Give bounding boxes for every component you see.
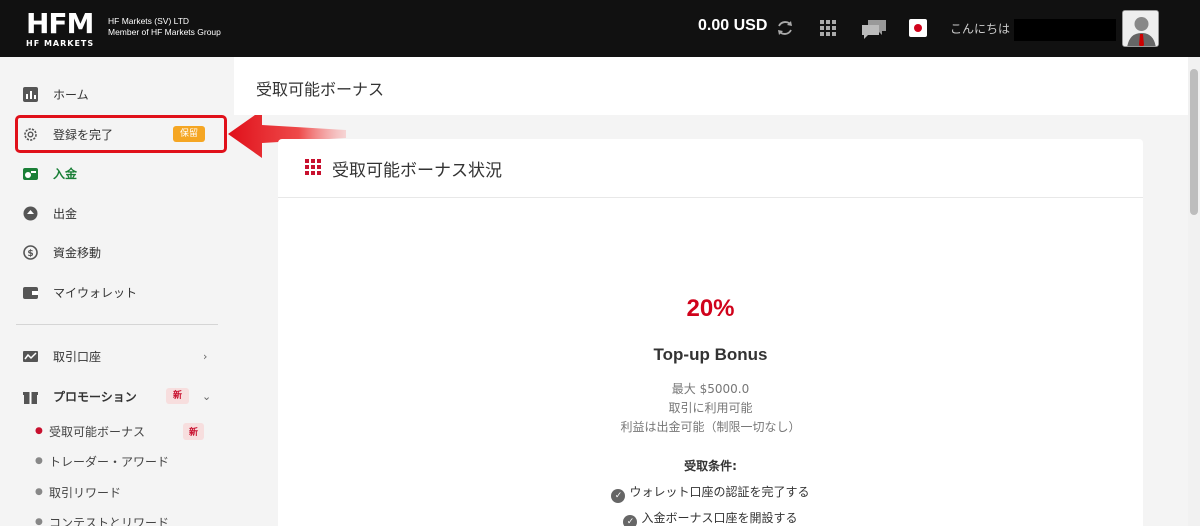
- sidebar-item-withdraw[interactable]: 出金: [0, 198, 234, 228]
- chevron-down-icon: ⌄: [202, 389, 212, 403]
- bonus-name: Top-up Bonus: [653, 345, 768, 364]
- sidebar-item-label: プロモーション: [53, 389, 137, 404]
- subnav-item-available-bonus[interactable]: ● 受取可能ボーナス 新: [0, 419, 234, 443]
- subnav-item-label: 受取可能ボーナス: [49, 424, 146, 439]
- wallet-icon: [23, 286, 38, 299]
- apps-grid-icon[interactable]: [818, 18, 838, 38]
- sidebar-item-trading-accounts[interactable]: 取引口座 ›: [0, 341, 234, 371]
- subnav-item-label: 取引リワード: [49, 485, 122, 500]
- sidebar: ホーム 登録を完了 保留 入金 出金 $ 資金移動 マイウォレット 取引口座 ›…: [0, 57, 234, 526]
- japan-flag-icon[interactable]: [909, 19, 927, 37]
- check-circle-icon: ✓: [623, 515, 638, 526]
- sidebar-item-label: 取引口座: [53, 349, 102, 364]
- sidebar-divider: [16, 324, 218, 325]
- check-circle-icon: ✓: [611, 489, 626, 503]
- bullet-icon: ●: [35, 517, 43, 526]
- sidebar-item-label: 入金: [53, 166, 78, 181]
- conditions-title: 受取条件:: [684, 459, 737, 473]
- company-group: Member of HF Markets Group: [108, 27, 221, 37]
- chart-icon: [23, 86, 38, 102]
- sidebar-item-home[interactable]: ホーム: [0, 79, 234, 109]
- bullet-icon: ●: [35, 426, 43, 436]
- transfer-icon: $: [23, 244, 38, 260]
- refresh-icon[interactable]: [775, 18, 795, 38]
- bonus-detail: 取引に利用可能: [668, 401, 753, 415]
- page-title: 受取可能ボーナス: [256, 80, 385, 99]
- sidebar-item-wallet[interactable]: マイウォレット: [0, 277, 234, 307]
- subnav-item-contests-rewards[interactable]: ● コンテストとリワード: [0, 510, 234, 526]
- sidebar-item-promotions[interactable]: プロモーション 新 ⌄: [0, 381, 234, 411]
- trading-icon: [23, 350, 38, 362]
- sidebar-item-label: 出金: [53, 206, 78, 221]
- chevron-right-icon: ›: [203, 349, 208, 363]
- greeting-text: こんにちは: [950, 22, 1011, 36]
- svg-text:$: $: [27, 249, 33, 259]
- withdraw-icon: [23, 206, 38, 220]
- deposit-icon: [23, 167, 38, 180]
- page-header: 受取可能ボーナス: [234, 57, 1188, 115]
- card-title: 受取可能ボーナス状況: [332, 161, 502, 181]
- subnav-item-label: コンテストとリワード: [49, 515, 170, 526]
- top-bar: HFM HF MARKETS HF Markets (SV) LTD Membe…: [0, 0, 1200, 57]
- bullet-icon: ●: [35, 487, 43, 497]
- username-redacted: [1014, 19, 1116, 41]
- condition-item: ✓ ウォレット口座の認証を完了する: [278, 483, 1143, 503]
- company-name: HF Markets (SV) LTD: [108, 16, 190, 26]
- subnav-item-trading-rewards[interactable]: ● 取引リワード: [0, 480, 234, 504]
- new-badge: 新: [183, 422, 205, 440]
- avatar[interactable]: [1122, 10, 1159, 47]
- bonus-percentage: 20%: [686, 295, 735, 322]
- hfm-logo[interactable]: HFM HF MARKETS: [26, 8, 102, 49]
- gift-icon: [23, 391, 38, 404]
- new-badge: 新: [166, 388, 190, 404]
- bonus-detail: 利益は出金可能（制限一切なし）: [620, 420, 801, 434]
- sidebar-item-deposit[interactable]: 入金: [0, 158, 234, 188]
- highlight-box: [15, 115, 227, 153]
- sidebar-item-label: マイウォレット: [53, 285, 138, 300]
- bonus-card: 受取可能ボーナス状況 20% Top-up Bonus 最大 $5000.0 取…: [278, 139, 1143, 526]
- account-balance: 0.00 USD: [698, 17, 768, 34]
- condition-item: ✓ 入金ボーナス口座を開設する: [278, 509, 1143, 526]
- bullet-icon: ●: [35, 456, 43, 466]
- chat-icon[interactable]: [860, 18, 888, 40]
- sidebar-item-transfer[interactable]: $ 資金移動: [0, 237, 234, 267]
- scrollbar-thumb[interactable]: [1190, 69, 1198, 215]
- card-header: 受取可能ボーナス状況: [278, 139, 1143, 198]
- sidebar-item-label: ホーム: [53, 87, 89, 102]
- bonus-detail: 最大 $5000.0: [671, 382, 750, 396]
- grid-icon: [305, 159, 321, 175]
- subnav-item-label: トレーダー・アワード: [49, 454, 170, 469]
- scrollbar[interactable]: [1188, 57, 1200, 526]
- company-info: HF Markets (SV) LTD Member of HF Markets…: [108, 16, 221, 38]
- sidebar-item-label: 資金移動: [53, 245, 102, 260]
- logo-subtext: HF MARKETS: [26, 39, 95, 48]
- subnav-item-trader-awards[interactable]: ● トレーダー・アワード: [0, 449, 234, 473]
